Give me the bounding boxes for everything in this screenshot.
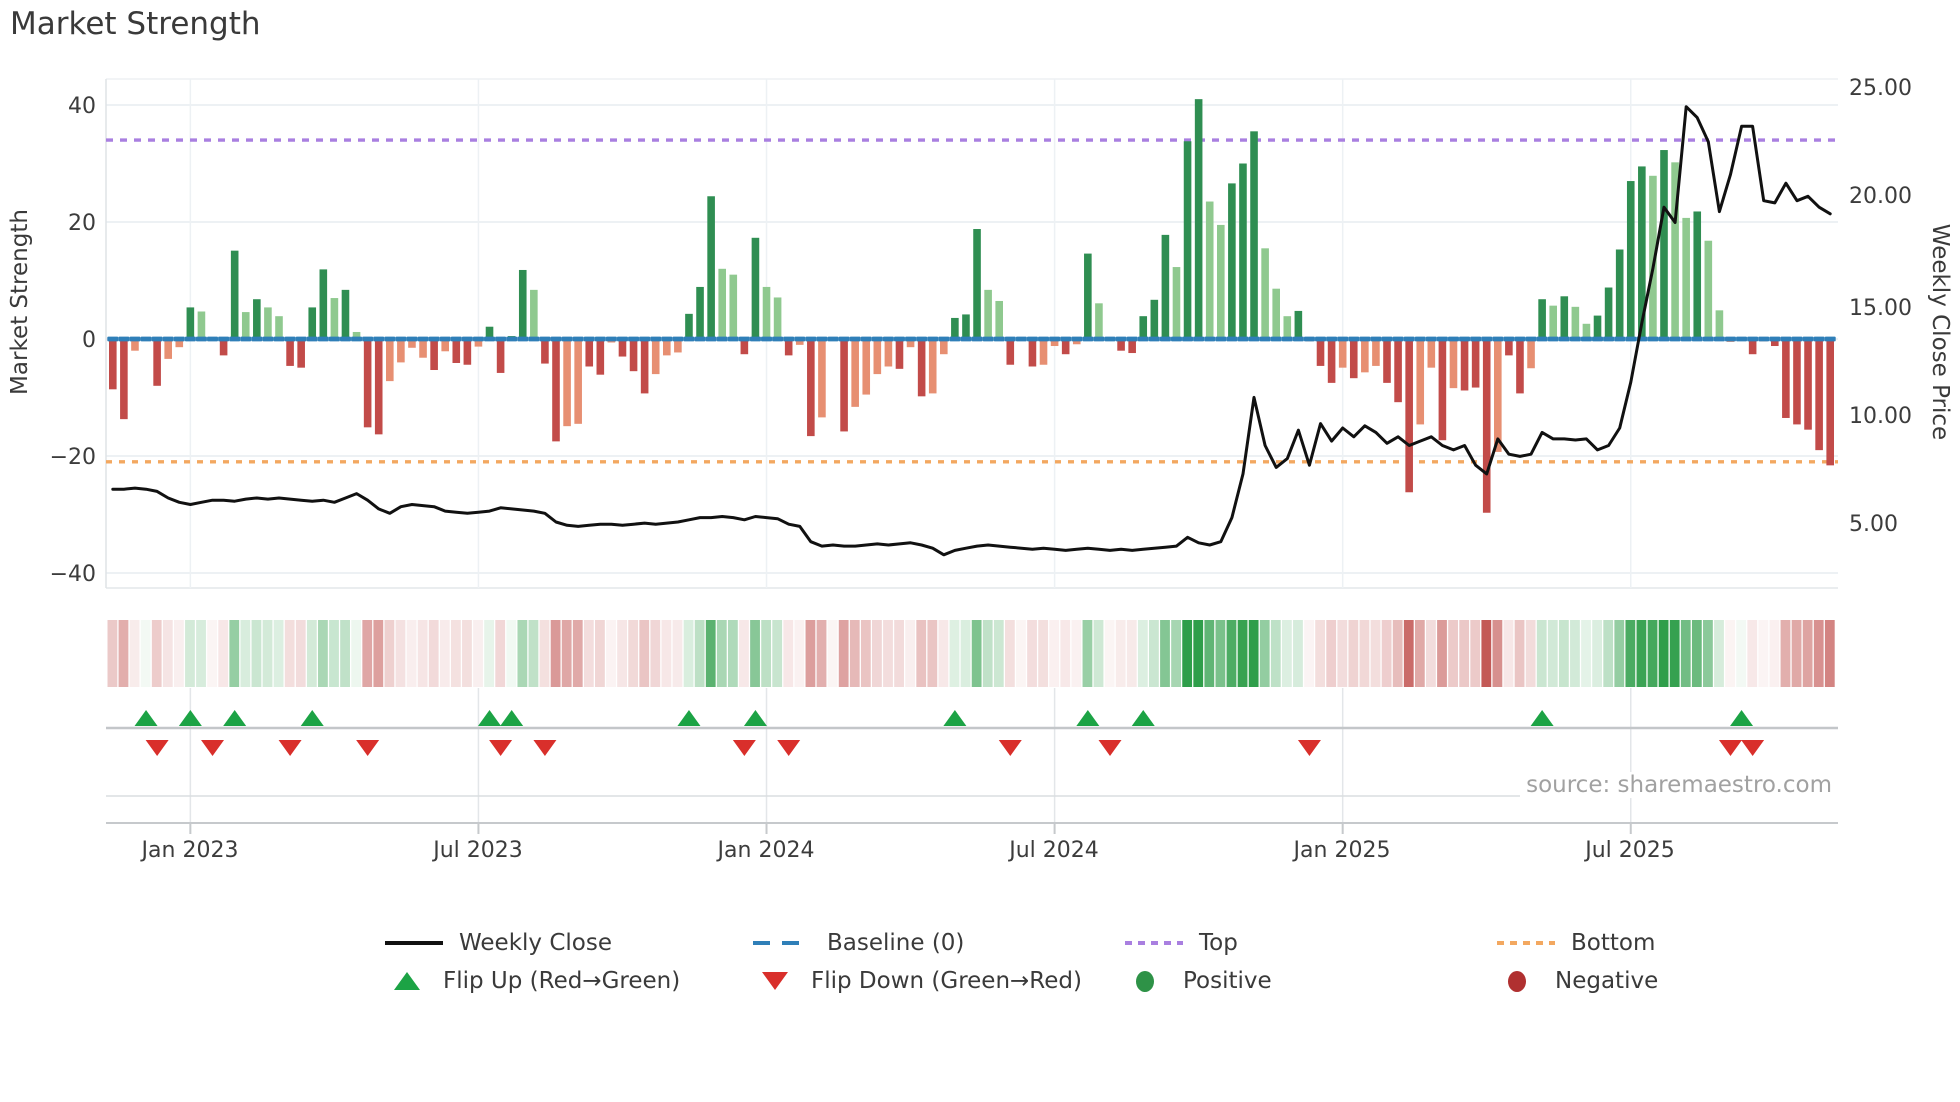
- flip-markers: [106, 710, 1838, 756]
- flip-down-marker: [278, 740, 302, 756]
- legend-label: Positive: [1183, 968, 1272, 994]
- x-axis-tick: Jul 2025: [1585, 838, 1675, 863]
- legend-item-positive: Positive: [1125, 964, 1272, 998]
- line-swatch-icon: [385, 941, 443, 945]
- legend-item-flip-down: Flip Down (Green→Red): [753, 964, 1082, 998]
- right-axis-tick: 10.00: [1849, 404, 1912, 429]
- left-axis-tick: −40: [49, 562, 96, 587]
- flip-up-marker: [1076, 710, 1100, 726]
- left-axis-tick: 0: [82, 328, 96, 353]
- legend-label: Top: [1199, 930, 1238, 956]
- flip-up-marker: [677, 710, 701, 726]
- flip-down-marker: [1741, 740, 1765, 756]
- x-axis-tick: Jan 2024: [717, 838, 815, 863]
- flip-up-marker: [500, 710, 524, 726]
- flip-up-marker: [134, 710, 158, 726]
- legend-item-weekly-close: Weekly Close: [385, 926, 612, 960]
- legend-label: Baseline (0): [827, 930, 965, 956]
- dotted-purple-swatch-icon: [1125, 941, 1183, 945]
- left-axis-tick: 40: [68, 94, 96, 119]
- legend-item-top: Top: [1125, 926, 1238, 960]
- market-strength-figure: Market Strength 40 20 0 −20 −40 25.00 20…: [0, 0, 1960, 1102]
- legend-item-negative: Negative: [1497, 964, 1658, 998]
- right-axis-tick: 20.00: [1849, 184, 1912, 209]
- triangle-up-icon: [394, 972, 420, 990]
- gridlines: [105, 78, 1838, 823]
- triangle-down-icon: [762, 972, 788, 990]
- flip-up-marker: [300, 710, 324, 726]
- dashed-blue-swatch-icon: [753, 941, 811, 945]
- legend-item-flip-up: Flip Up (Red→Green): [385, 964, 680, 998]
- flip-up-marker: [478, 710, 502, 726]
- dotted-orange-swatch-icon: [1497, 941, 1555, 945]
- flip-down-marker: [1718, 740, 1742, 756]
- flip-down-marker: [201, 740, 225, 756]
- x-axis-tick: Jan 2025: [1293, 838, 1391, 863]
- flip-down-marker: [998, 740, 1022, 756]
- x-axis-tick: Jul 2024: [1009, 838, 1099, 863]
- flip-down-marker: [533, 740, 557, 756]
- legend-label: Bottom: [1571, 930, 1656, 956]
- flip-up-marker: [943, 710, 967, 726]
- x-axis-tick: Jul 2023: [433, 838, 523, 863]
- source-note: source: sharemaestro.com: [1520, 772, 1838, 798]
- legend-label: Weekly Close: [459, 930, 612, 956]
- flip-up-marker: [1730, 710, 1754, 726]
- right-axis-tick: 15.00: [1849, 296, 1912, 321]
- strength-bars: [109, 99, 1834, 513]
- right-axis-tick: 5.00: [1849, 512, 1898, 537]
- legend-label: Flip Up (Red→Green): [443, 968, 681, 994]
- strength-heatmap: [107, 620, 1835, 687]
- right-axis-tick: 25.00: [1849, 76, 1912, 101]
- flip-down-marker: [356, 740, 380, 756]
- flip-down-marker: [777, 740, 801, 756]
- left-axis-tick: −20: [49, 445, 96, 470]
- flip-down-marker: [1297, 740, 1321, 756]
- flip-down-marker: [732, 740, 756, 756]
- positive-dot-icon: [1136, 970, 1154, 992]
- flip-down-marker: [489, 740, 513, 756]
- legend-label: Negative: [1555, 968, 1659, 994]
- x-axis-tick: Jan 2023: [141, 838, 239, 863]
- left-axis-label: Market Strength: [7, 209, 33, 395]
- x-axis: [106, 795, 1838, 834]
- flip-up-marker: [743, 710, 767, 726]
- negative-dot-icon: [1508, 970, 1526, 992]
- flip-up-marker: [1131, 710, 1155, 726]
- right-axis-label: Weekly Close Price: [1927, 223, 1953, 441]
- legend-item-baseline: Baseline (0): [753, 926, 964, 960]
- market-strength-chart: [105, 78, 1838, 834]
- flip-up-marker: [223, 710, 247, 726]
- left-axis-tick: 20: [68, 211, 96, 236]
- flip-down-marker: [1098, 740, 1122, 756]
- legend-label: Flip Down (Green→Red): [811, 968, 1082, 994]
- flip-down-marker: [145, 740, 169, 756]
- flip-up-marker: [1530, 710, 1554, 726]
- flip-up-marker: [178, 710, 202, 726]
- legend-item-bottom: Bottom: [1497, 926, 1655, 960]
